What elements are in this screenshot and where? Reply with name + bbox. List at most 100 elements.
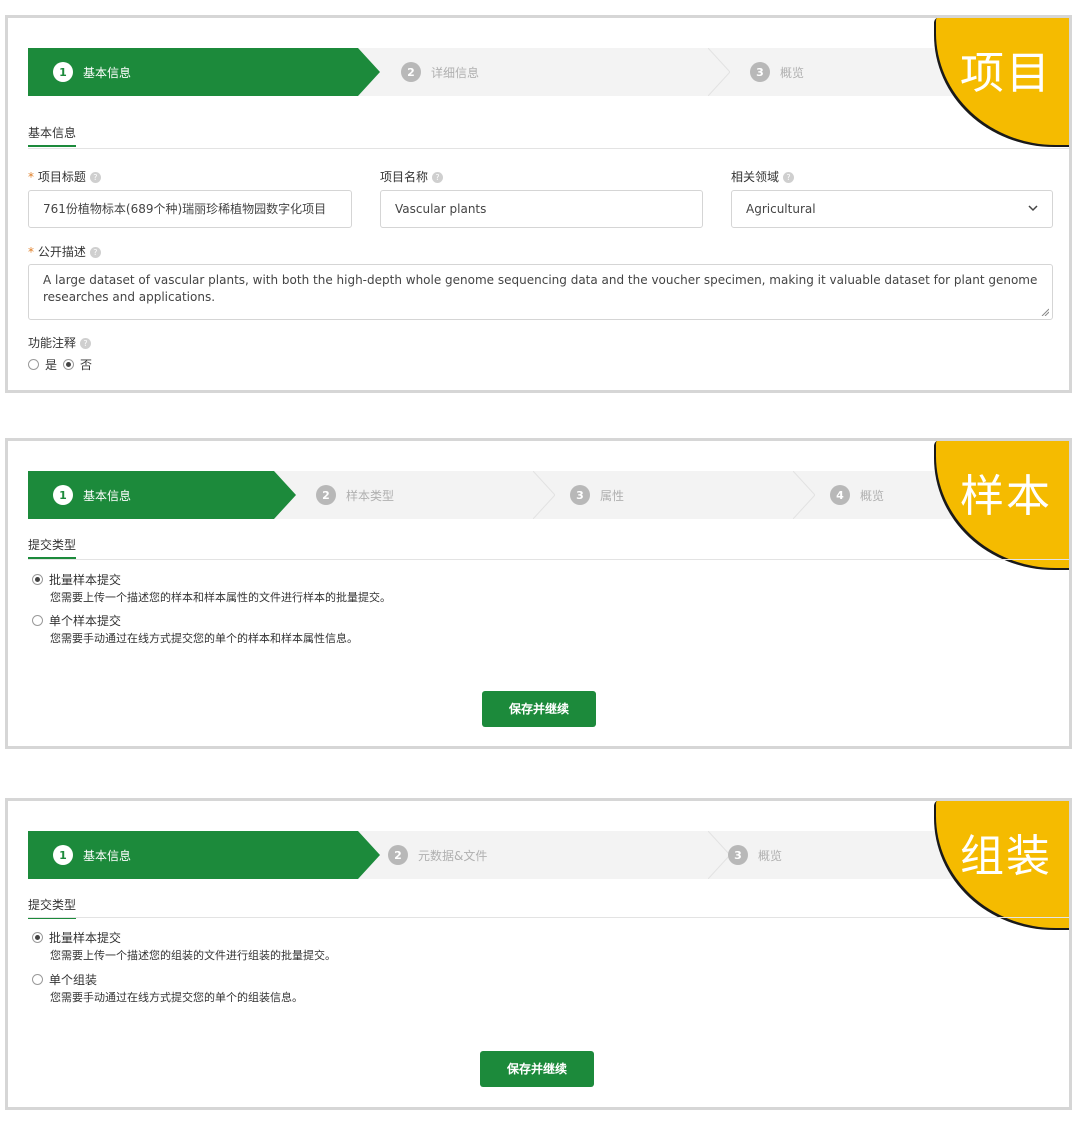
step-2[interactable]: 2 详细信息: [401, 62, 479, 82]
description-label: * 公开描述?: [28, 243, 101, 260]
batch-sample-radio[interactable]: [32, 574, 43, 585]
step-label: 详细信息: [431, 65, 480, 80]
batch-sample-option[interactable]: 批量样本提交: [32, 571, 121, 588]
option-title: 单个样本提交: [49, 614, 122, 628]
project-title-label: * 项目标题?: [28, 168, 101, 185]
divider: [28, 559, 1069, 560]
domain-label: 相关领域?: [731, 168, 795, 185]
step-number: 3: [750, 62, 770, 82]
step-4[interactable]: 4 概览: [830, 485, 884, 505]
section-tab-basic-info[interactable]: 基本信息: [28, 124, 77, 147]
section-tab-submit-type[interactable]: 提交类型: [28, 536, 77, 559]
step-3[interactable]: 3 概览: [728, 845, 782, 865]
help-icon[interactable]: ?: [432, 172, 444, 183]
project-name-input[interactable]: Vascular plants: [380, 190, 703, 228]
divider: [28, 917, 1069, 918]
badge-label: 组装: [960, 831, 1052, 882]
batch-assembly-radio[interactable]: [32, 932, 43, 943]
help-icon[interactable]: ?: [783, 172, 795, 183]
step-number: 1: [53, 485, 73, 505]
radio-label: 是: [45, 358, 58, 372]
label-text: 功能注释: [28, 336, 77, 350]
step-label: 概览: [860, 488, 885, 503]
save-continue-button[interactable]: 保存并继续: [480, 1051, 594, 1087]
step-label: 样本类型: [346, 488, 395, 503]
help-icon[interactable]: ?: [89, 172, 101, 183]
select-value: Agricultural: [746, 202, 816, 216]
help-icon[interactable]: ?: [80, 338, 92, 349]
step-label: 元数据&文件: [418, 848, 488, 863]
option-title: 单个组装: [49, 973, 98, 987]
batch-assembly-option[interactable]: 批量样本提交: [32, 929, 121, 946]
option-description: 您需要上传一个描述您的样本和样本属性的文件进行样本的批量提交。: [50, 591, 391, 604]
assembly-badge: 组装: [936, 801, 1069, 928]
project-title-input[interactable]: 761份植物标本(689个种)瑞丽珍稀植物园数字化项目: [28, 190, 352, 228]
textarea-value: A large dataset of vascular plants, with…: [43, 273, 1038, 304]
step-number: 2: [316, 485, 336, 505]
step-2[interactable]: 2 元数据&文件: [388, 845, 487, 865]
radio-label: 否: [80, 358, 93, 372]
step-number: 1: [53, 845, 73, 865]
sample-panel: 1 基本信息 2 样本类型 3 属性 4 概览 样本 提交类型 批量样本提交 您…: [5, 438, 1072, 749]
annotation-radio-group: 是 否: [28, 356, 92, 373]
project-stepper: 1 基本信息 2 详细信息 3 概览: [28, 48, 1069, 96]
step-label: 属性: [600, 488, 625, 503]
step-divider-icon: [708, 831, 730, 879]
step-3[interactable]: 3 属性: [570, 485, 624, 505]
step-label: 概览: [758, 848, 783, 863]
divider: [28, 148, 1069, 149]
project-name-label: 项目名称?: [380, 168, 444, 185]
option-description: 您需要上传一个描述您的组装的文件进行组装的批量提交。: [50, 949, 336, 962]
step-label: 基本信息: [83, 65, 132, 80]
step-number: 4: [830, 485, 850, 505]
sample-stepper: 1 基本信息 2 样本类型 3 属性 4 概览: [28, 471, 1069, 519]
step-number: 1: [53, 62, 73, 82]
step-number: 3: [570, 485, 590, 505]
chevron-down-icon: [1028, 205, 1038, 212]
sample-badge: 样本: [936, 441, 1069, 568]
annotation-no-radio[interactable]: [63, 359, 75, 370]
annotation-yes-radio[interactable]: [28, 359, 39, 370]
option-title: 批量样本提交: [49, 931, 122, 945]
label-text: 公开描述: [37, 245, 86, 259]
required-mark: *: [28, 170, 34, 184]
step-divider-icon: [708, 48, 730, 96]
step-label: 基本信息: [83, 848, 132, 863]
annotation-label: 功能注释?: [28, 334, 92, 351]
section-tab-submit-type[interactable]: 提交类型: [28, 896, 77, 919]
badge-label: 样本: [960, 471, 1052, 522]
step-divider-icon: [793, 471, 815, 519]
step-label: 概览: [780, 65, 805, 80]
option-title: 批量样本提交: [49, 573, 122, 587]
description-textarea[interactable]: A large dataset of vascular plants, with…: [28, 264, 1053, 320]
badge-label: 项目: [960, 48, 1052, 99]
project-badge: 项目: [936, 18, 1069, 145]
step-label: 基本信息: [83, 488, 132, 503]
single-assembly-option[interactable]: 单个组装: [32, 971, 97, 988]
resize-handle-icon[interactable]: [1041, 308, 1049, 316]
step-number: 2: [401, 62, 421, 82]
single-sample-option[interactable]: 单个样本提交: [32, 612, 121, 629]
step-number: 2: [388, 845, 408, 865]
step-1[interactable]: 1 基本信息: [53, 62, 131, 82]
step-2[interactable]: 2 样本类型: [316, 485, 394, 505]
save-continue-button[interactable]: 保存并继续: [482, 691, 596, 727]
step-1[interactable]: 1 基本信息: [53, 845, 131, 865]
step-number: 3: [728, 845, 748, 865]
label-text: 项目名称: [380, 170, 429, 184]
label-text: 相关领域: [731, 170, 780, 184]
help-icon[interactable]: ?: [89, 247, 101, 258]
domain-select[interactable]: Agricultural: [731, 190, 1053, 228]
required-mark: *: [28, 245, 34, 259]
project-panel: 1 基本信息 2 详细信息 3 概览 项目 基本信息 * 项目标题? 761份植…: [5, 15, 1072, 393]
single-assembly-radio[interactable]: [32, 974, 43, 985]
assembly-panel: 1 基本信息 2 元数据&文件 3 概览 组装 提交类型 批量样本提交 您需要上…: [5, 798, 1072, 1110]
step-3[interactable]: 3 概览: [750, 62, 804, 82]
assembly-stepper: 1 基本信息 2 元数据&文件 3 概览: [28, 831, 1069, 879]
step-divider-icon: [533, 471, 555, 519]
option-description: 您需要手动通过在线方式提交您的单个的样本和样本属性信息。: [50, 632, 358, 645]
single-sample-radio[interactable]: [32, 615, 43, 626]
label-text: 项目标题: [37, 170, 86, 184]
step-1[interactable]: 1 基本信息: [53, 485, 131, 505]
option-description: 您需要手动通过在线方式提交您的单个的组装信息。: [50, 991, 303, 1004]
